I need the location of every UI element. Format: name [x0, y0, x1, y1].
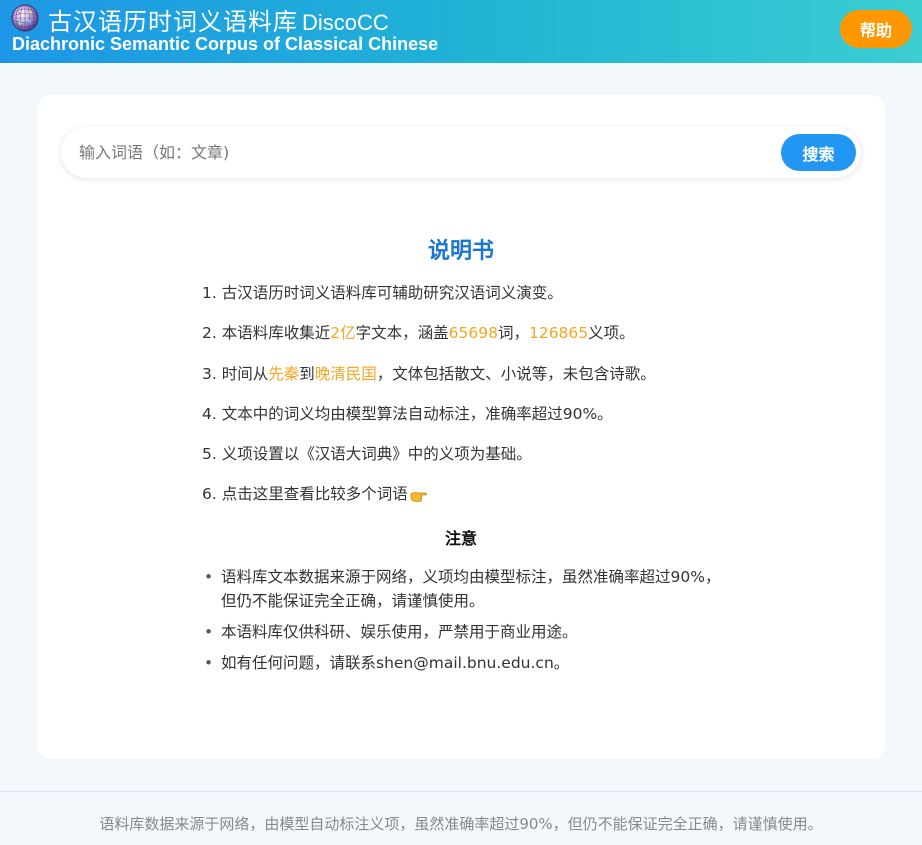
text-count-highlight: 2亿 [330, 324, 356, 343]
help-button[interactable]: 帮助 [840, 10, 912, 48]
manual-item-text: 到 [299, 364, 315, 383]
app-title: 古汉语历时词义语料库 DiscoCC [48, 2, 389, 37]
manual-item-number: 6. [202, 485, 217, 504]
manual-item: 2. 本语料库收集近2亿字文本，涵盖65698词，126865义项。 [202, 321, 762, 361]
notice-item: 本语料库仅供科研、娱乐使用，严禁用于商业用途。 [202, 620, 722, 644]
app-header: 古汉语历时词义语料库 DiscoCC Diachronic Semantic Co… [0, 0, 922, 63]
manual-item-number: 3. [202, 364, 217, 383]
manual-item: 5. 义项设置以《汉语大词典》中的义项为基础。 [202, 442, 762, 482]
manual-item: 3. 时间从先秦到晚清民国，文体包括散文、小说等，未包含诗歌。 [202, 362, 762, 402]
manual-item: 4. 文本中的词义均由模型算法自动标注，准确率超过90%。 [202, 402, 762, 442]
footer-divider [0, 791, 922, 792]
manual-item-text: 义项。 [588, 324, 635, 343]
manual-item-number: 1. [202, 284, 217, 302]
search-bar: 搜索 [61, 127, 861, 178]
notice-list: 语料库文本数据来源于网络，义项均由模型标注，虽然准确率超过90%，但仍不能保证完… [202, 565, 722, 682]
manual-item-number: 4. [202, 404, 217, 423]
period-end-highlight: 晚清民国 [314, 364, 377, 383]
manual-item-text: 古汉语历时词义语料库可辅助研究汉语词义演变。 [221, 284, 563, 302]
manual-item-text: 字文本，涵盖 [355, 324, 449, 343]
manual-item-text: 时间从 [221, 364, 269, 383]
manual-item: 1. 古汉语历时词义语料库可辅助研究汉语词义演变。 [202, 281, 762, 321]
sense-count-highlight: 126865 [528, 324, 589, 343]
search-input[interactable] [79, 135, 759, 170]
compare-words-link[interactable]: 点击这里查看比较多个词语 [222, 485, 408, 503]
notice-item: 语料库文本数据来源于网络，义项均由模型标注，虽然准确率超过90%，但仍不能保证完… [202, 565, 722, 613]
manual-list: 1. 古汉语历时词义语料库可辅助研究汉语词义演变。 2. 本语料库收集近2亿字文… [202, 281, 762, 523]
manual-item-text: 词， [497, 324, 529, 343]
pointing-hand-icon[interactable] [410, 487, 428, 503]
app-subtitle: Diachronic Semantic Corpus of Classical … [12, 34, 439, 54]
manual-item-text: 本语料库收集近 [221, 324, 331, 343]
notice-title: 注意 [444, 529, 477, 548]
search-button[interactable]: 搜索 [781, 134, 856, 171]
notice-item: 如有任何问题，请联系shen@mail.bnu.edu.cn。 [202, 651, 722, 675]
manual-item-number: 5. [202, 445, 217, 464]
manual-item-number: 2. [202, 324, 217, 343]
app-title-short: DiscoCC [302, 10, 389, 35]
manual-item-text: 义项设置以《汉语大词典》中的义项为基础。 [221, 445, 532, 464]
manual-title: 说明书 [427, 239, 494, 264]
disco-ball-icon [11, 4, 39, 32]
footer-disclaimer: 语料库数据来源于网络，由模型自动标注义项，虽然准确率超过90%，但仍不能保证完全… [99, 815, 823, 833]
manual-item: 6. 点击这里查看比较多个词语 [202, 482, 762, 522]
app-title-cn: 古汉语历时词义语料库 [48, 8, 298, 36]
manual-item-text: 文本中的词义均由模型算法自动标注，准确率超过90%。 [221, 404, 613, 423]
period-start-highlight: 先秦 [268, 364, 300, 383]
main-card: 搜索 说明书 1. 古汉语历时词义语料库可辅助研究汉语词义演变。 2. 本语料库… [37, 95, 885, 759]
word-count-highlight: 65698 [448, 324, 498, 343]
manual-item-text: ，文体包括散文、小说等，未包含诗歌。 [376, 364, 656, 383]
